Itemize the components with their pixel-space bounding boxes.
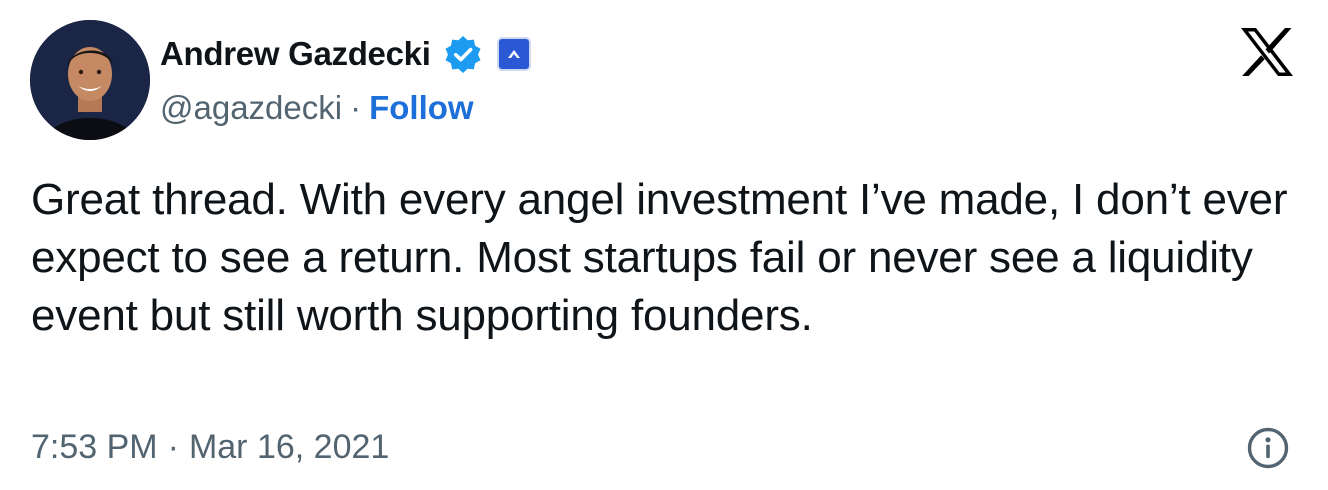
tweet-date[interactable]: Mar 16, 2021 xyxy=(189,428,389,467)
tweet-embed-card: Andrew Gazdecki @agazdecki · Follow Grea… xyxy=(0,0,1328,490)
avatar-image xyxy=(30,20,150,140)
tweet-time[interactable]: 7:53 PM xyxy=(31,428,158,467)
x-logo-icon[interactable] xyxy=(1240,27,1294,77)
follow-button[interactable]: Follow xyxy=(369,89,473,127)
handle-separator: · xyxy=(350,89,362,126)
author-name[interactable]: Andrew Gazdecki xyxy=(160,35,431,73)
author-handle-row: @agazdecki · Follow xyxy=(160,86,474,130)
timestamp-separator: · xyxy=(167,427,179,466)
info-icon[interactable] xyxy=(1246,426,1290,470)
verified-badge-icon xyxy=(445,36,481,73)
affiliate-logo-icon xyxy=(507,50,520,58)
avatar[interactable] xyxy=(30,20,150,140)
tweet-timestamp[interactable]: 7:53 PM · Mar 16, 2021 xyxy=(31,425,389,469)
author-handle[interactable]: @agazdecki xyxy=(160,89,342,127)
author-name-row: Andrew Gazdecki xyxy=(160,34,531,74)
affiliate-badge-icon[interactable] xyxy=(496,37,531,71)
tweet-text: Great thread. With every angel investmen… xyxy=(31,175,1288,340)
